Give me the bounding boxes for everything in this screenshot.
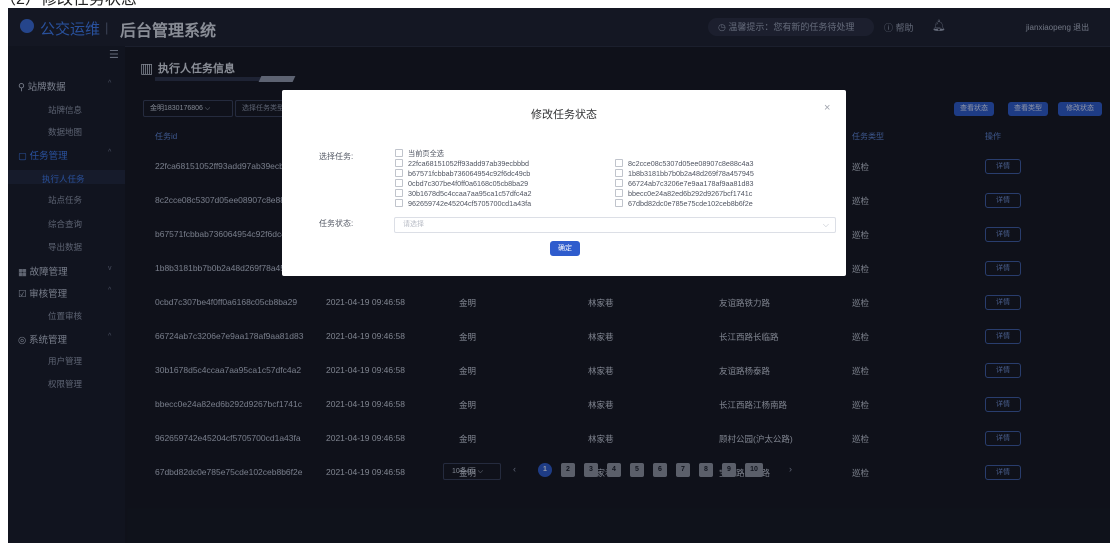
checkbox-icon xyxy=(395,159,403,167)
task-checkbox[interactable]: 0cbd7c307be4f0ff0a6168c05cb8ba29 xyxy=(395,179,528,188)
chevron-down-icon: ⌵ xyxy=(822,220,829,229)
select-all-label: 当前页全选 xyxy=(408,149,444,158)
checkbox-icon xyxy=(395,149,403,157)
task-checkbox[interactable]: b67571fcbbab736064954c92f6dc49cb xyxy=(395,169,530,178)
task-checkbox-label: 22fca68151052ff93add97ab39ecbbbd xyxy=(408,159,529,168)
select-all-checkbox[interactable]: 当前页全选 xyxy=(395,149,444,159)
close-icon[interactable]: × xyxy=(824,102,830,114)
task-label: 选择任务: xyxy=(319,152,354,161)
confirm-button[interactable]: 确定 xyxy=(550,241,580,256)
figure-caption: （2）修改任务状态 xyxy=(0,0,137,8)
task-checkbox[interactable]: 67dbd82dc0e785e75cde102ceb8b6f2e xyxy=(615,199,753,208)
status-select[interactable]: 请选择 ⌵ xyxy=(394,217,836,233)
task-checkbox[interactable]: 1b8b3181bb7b0b2a48d269f78a457945 xyxy=(615,169,754,178)
checkbox-icon xyxy=(615,159,623,167)
checkbox-icon xyxy=(615,179,623,187)
task-checkbox-label: b67571fcbbab736064954c92f6dc49cb xyxy=(408,169,531,178)
task-checkbox-label: 0cbd7c307be4f0ff0a6168c05cb8ba29 xyxy=(408,179,529,188)
task-checkbox-label: 30b1678d5c4ccaa7aa95ca1c57dfc4a2 xyxy=(408,189,532,198)
checkbox-icon xyxy=(395,189,403,197)
task-checkbox[interactable]: 22fca68151052ff93add97ab39ecbbbd xyxy=(395,159,529,168)
task-checkbox-label: bbecc0e24a82ed6b292d9267bcf1741c xyxy=(628,189,753,198)
task-checkbox-label: 962659742e45204cf5705700cd1a43fa xyxy=(408,199,532,208)
task-checkbox[interactable]: bbecc0e24a82ed6b292d9267bcf1741c xyxy=(615,189,752,198)
status-label: 任务状态: xyxy=(319,219,354,228)
modify-status-dialog: 修改任务状态 × 选择任务: 当前页全选 22fca68151052ff93ad… xyxy=(282,90,846,276)
task-checkbox-label: 67dbd82dc0e785e75cde102ceb8b6f2e xyxy=(628,199,753,208)
checkbox-icon xyxy=(615,169,623,177)
app-window: 公交运维 | 后台管理系统 ◷ 温馨提示：您有新的任务待处理 ⓘ 帮助 🔔︎ j… xyxy=(8,8,1110,543)
checkbox-icon xyxy=(615,199,623,207)
task-checkbox-label: 66724ab7c3206e7e9aa178af9aa81d83 xyxy=(628,179,754,188)
dialog-title: 修改任务状态 xyxy=(531,109,597,121)
task-checkbox-label: 1b8b3181bb7b0b2a48d269f78a457945 xyxy=(628,169,754,178)
status-placeholder: 请选择 xyxy=(403,221,424,228)
task-checkbox[interactable]: 66724ab7c3206e7e9aa178af9aa81d83 xyxy=(615,179,754,188)
task-checkbox[interactable]: 962659742e45204cf5705700cd1a43fa xyxy=(395,199,531,208)
task-checkbox[interactable]: 8c2cce08c5307d05ee08907c8e88c4a3 xyxy=(615,159,754,168)
checkbox-icon xyxy=(395,199,403,207)
task-checkbox[interactable]: 30b1678d5c4ccaa7aa95ca1c57dfc4a2 xyxy=(395,189,532,198)
checkbox-icon xyxy=(615,189,623,197)
checkbox-icon xyxy=(395,169,403,177)
checkbox-icon xyxy=(395,179,403,187)
task-checkbox-label: 8c2cce08c5307d05ee08907c8e88c4a3 xyxy=(628,159,754,168)
